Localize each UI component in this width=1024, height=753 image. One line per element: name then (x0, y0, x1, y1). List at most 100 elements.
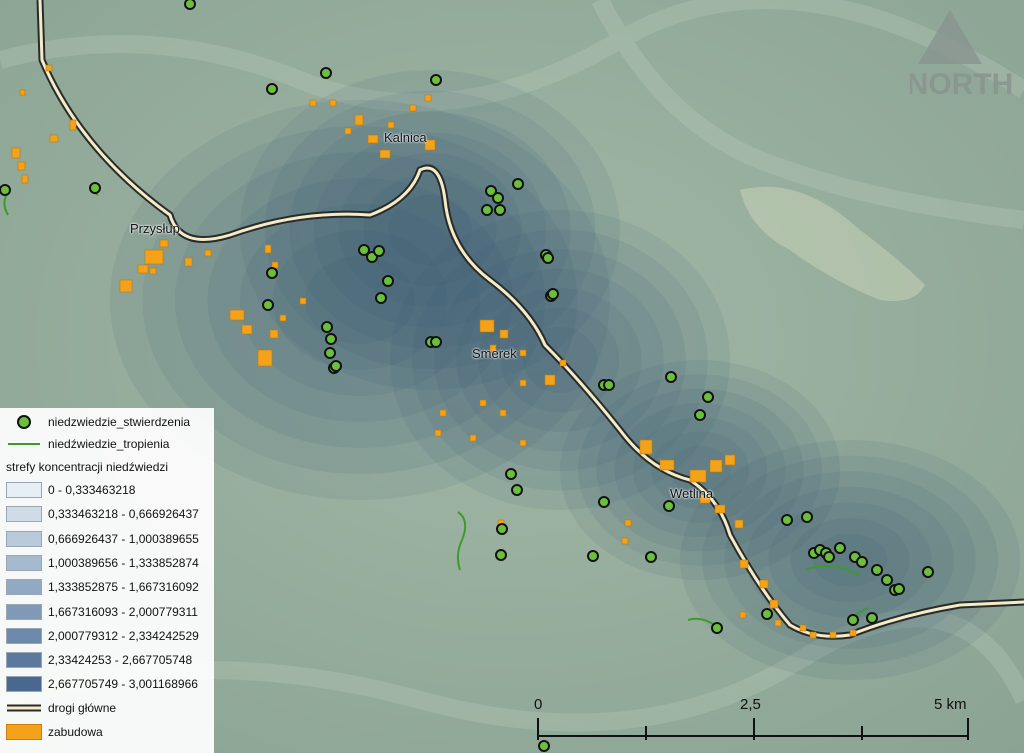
building (241, 324, 253, 335)
observation-point (761, 608, 773, 620)
legend-class-label: 0,666926437 - 1,000389655 (48, 531, 199, 546)
observation-point (325, 333, 337, 345)
observation-point (922, 566, 934, 578)
legend-class-label: 2,000779312 - 2,334242529 (48, 628, 199, 643)
legend-class-swatch (6, 554, 42, 571)
building (639, 439, 653, 455)
observation-point (511, 484, 523, 496)
observation-point (856, 556, 868, 568)
buildings-swatch (6, 724, 42, 740)
building (379, 149, 391, 159)
observation-point (496, 523, 508, 535)
legend-class-swatch (6, 530, 42, 547)
building (149, 267, 157, 275)
observation-point (603, 379, 615, 391)
building (264, 244, 272, 254)
observation-point (694, 409, 706, 421)
building (257, 349, 273, 367)
building (734, 519, 744, 529)
building (49, 134, 59, 143)
observation-point (494, 204, 506, 216)
map-view[interactable]: Kalnica Przysłup Smerek Wetlina NORTH ni… (0, 0, 1024, 753)
observation-point (547, 288, 559, 300)
observation-point (495, 549, 507, 561)
legend-class-item: 2,667705749 - 3,001168966 (6, 674, 198, 694)
building (159, 239, 169, 248)
building (17, 161, 26, 171)
legend-class-label: 1,000389656 - 1,333852874 (48, 555, 199, 570)
observation-point (665, 371, 677, 383)
building (387, 121, 395, 129)
observation-point (373, 245, 385, 257)
observation-point (505, 468, 517, 480)
building (119, 279, 133, 293)
legend-class-item: 0 - 0,333463218 (6, 480, 135, 500)
legend-class-swatch (6, 579, 42, 596)
north-arrow-icon: NORTH (907, 10, 1013, 101)
legend-class-swatch (6, 627, 42, 644)
legend-class-swatch (6, 603, 42, 620)
observation-point (823, 551, 835, 563)
building (434, 429, 442, 437)
building (659, 459, 675, 471)
observation-point (375, 292, 387, 304)
observation-point (492, 192, 504, 204)
building (45, 64, 53, 72)
building (69, 119, 77, 131)
legend-class-label: 0,333463218 - 0,666926437 (48, 507, 199, 522)
observation-point (0, 184, 11, 196)
observation-point (663, 500, 675, 512)
building (519, 379, 527, 387)
building (769, 599, 779, 609)
building (809, 631, 817, 639)
building (774, 619, 782, 627)
observation-symbol-icon (17, 415, 31, 429)
building (439, 409, 447, 417)
observation-point (89, 182, 101, 194)
scale-bar: 0 2,5 5 km (532, 696, 972, 753)
legend-class-item: 1,333852875 - 1,667316092 (6, 577, 199, 597)
north-arrow: NORTH (907, 8, 1014, 102)
legend-label-roads: drogi główne (48, 701, 117, 715)
observation-point (330, 360, 342, 372)
building (714, 504, 726, 514)
legend-item-observations: niedzwiedzie_stwierdzenia (6, 412, 190, 432)
building (499, 409, 507, 417)
observation-point (871, 564, 883, 576)
building (519, 349, 527, 357)
legend-item-tracking: niedźwiedzie_tropienia (6, 434, 169, 454)
building (739, 559, 749, 569)
building (689, 469, 707, 483)
building (621, 537, 629, 545)
observation-point (834, 542, 846, 554)
building (137, 264, 149, 274)
observation-point (430, 336, 442, 348)
legend-class-item: 1,000389656 - 1,333852874 (6, 553, 199, 573)
building (409, 104, 417, 112)
road-symbol-icon (7, 704, 41, 712)
building (559, 359, 567, 367)
building (424, 94, 432, 102)
place-label-przyslup: Przysłup (130, 221, 180, 236)
building (849, 629, 857, 637)
observation-point (320, 67, 332, 79)
legend-class-item: 2,000779312 - 2,334242529 (6, 626, 199, 646)
observation-point (598, 496, 610, 508)
observation-point (847, 614, 859, 626)
observation-point (781, 514, 793, 526)
building (344, 127, 352, 135)
legend-class-item: 1,667316093 - 2,000779311 (6, 602, 198, 622)
legend-label-tracking: niedźwiedzie_tropienia (48, 437, 170, 451)
building (829, 631, 837, 639)
building (624, 519, 632, 527)
legend-class-item: 2,33424253 - 2,667705748 (6, 650, 192, 670)
observation-point (587, 550, 599, 562)
building (309, 99, 317, 107)
building (329, 99, 337, 107)
building (299, 297, 307, 305)
observation-point (382, 275, 394, 287)
observation-point (866, 612, 878, 624)
observation-point (512, 178, 524, 190)
place-label-smerek: Smerek (472, 346, 517, 361)
scale-ruler (537, 718, 969, 740)
